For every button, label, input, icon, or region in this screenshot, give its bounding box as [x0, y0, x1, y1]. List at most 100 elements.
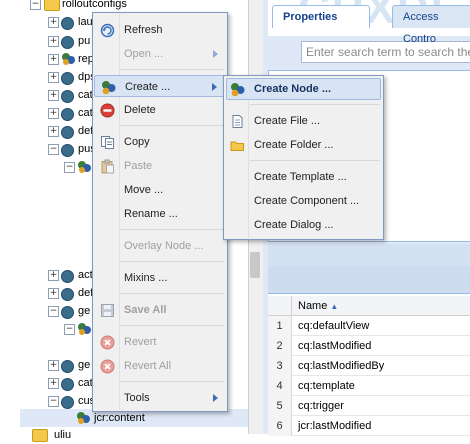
node-icon	[61, 126, 74, 139]
row-number: 6	[268, 416, 292, 436]
component-icon	[78, 161, 91, 173]
create-icon	[102, 81, 116, 95]
folder-icon	[32, 429, 48, 442]
component-icon	[78, 323, 91, 335]
search-input[interactable]	[302, 42, 470, 62]
tree-node-label: cat	[78, 377, 93, 389]
component-icon	[77, 412, 90, 424]
menu-item-create[interactable]: Create ...	[94, 75, 226, 97]
paste-icon	[101, 159, 114, 174]
menu-item-create-dialog[interactable]: Create Dialog ...	[224, 214, 382, 236]
expand-icon[interactable]: +	[48, 288, 59, 299]
menu-item-create-node[interactable]: Create Node ...	[224, 78, 382, 100]
node-icon	[61, 108, 74, 121]
expand-icon[interactable]: +	[48, 54, 59, 65]
revert-all-icon	[100, 359, 115, 374]
tab-access-control[interactable]: Access Contro	[392, 5, 470, 45]
menu-item-mixins[interactable]: Mixins ...	[94, 267, 226, 289]
table-row[interactable]: 2 cq:lastModified	[268, 336, 470, 356]
search-field[interactable]	[301, 41, 470, 63]
menu-item-delete[interactable]: Delete	[94, 99, 226, 121]
expand-icon[interactable]: +	[48, 126, 59, 137]
menu-item-refresh[interactable]: Refresh	[94, 19, 226, 41]
collapse-icon[interactable]: −	[64, 162, 75, 173]
tree-node-label: def	[78, 287, 94, 299]
property-name: cq:lastModifiedBy	[298, 360, 385, 372]
copy-icon	[101, 136, 114, 149]
node-icon	[61, 36, 74, 49]
menu-item-open[interactable]: Open ...	[94, 43, 226, 65]
save-icon	[101, 304, 114, 317]
node-icon	[61, 90, 74, 103]
menu-separator	[120, 261, 224, 262]
node-icon	[61, 378, 74, 391]
node-icon	[61, 144, 74, 157]
tree-node-label: cat	[78, 107, 93, 119]
menu-item-create-file[interactable]: Create File ...	[224, 110, 382, 132]
component-icon	[62, 53, 75, 65]
revert-icon	[100, 335, 115, 350]
menu-item-paste[interactable]: Paste	[94, 155, 226, 177]
table-row[interactable]: 5 cq:trigger	[268, 396, 470, 416]
tab-bar	[268, 266, 470, 294]
collapse-icon[interactable]: −	[30, 0, 41, 10]
tree-scrollbar-thumb[interactable]	[250, 252, 260, 278]
expand-icon[interactable]: +	[48, 90, 59, 101]
expand-icon[interactable]: +	[48, 270, 59, 281]
column-header-name[interactable]: Name ▲	[298, 300, 338, 312]
collapse-icon[interactable]: −	[48, 396, 59, 407]
node-icon	[61, 17, 74, 30]
menu-item-revert-all[interactable]: Revert All	[94, 355, 226, 377]
collapse-icon[interactable]: −	[48, 144, 59, 155]
property-name: jcr:lastModified	[298, 420, 372, 432]
table-row[interactable]: 3 cq:lastModifiedBy	[268, 356, 470, 376]
collapse-icon[interactable]: −	[48, 306, 59, 317]
menu-item-move[interactable]: Move ...	[94, 179, 226, 201]
row-number: 5	[268, 396, 292, 416]
collapse-icon[interactable]: −	[64, 324, 75, 335]
menu-item-create-component[interactable]: Create Component ...	[224, 190, 382, 212]
tree-node-label: ge	[78, 305, 91, 317]
tree-node-label: pu	[78, 35, 91, 47]
row-number: 4	[268, 376, 292, 396]
submenu-arrow-icon	[213, 394, 218, 402]
expand-icon[interactable]: +	[48, 378, 59, 389]
menu-item-rename[interactable]: Rename ...	[94, 203, 226, 225]
tree-node-label: def	[78, 125, 94, 137]
grid-header-rownum	[268, 296, 292, 316]
menu-item-copy[interactable]: Copy	[94, 131, 226, 153]
table-row[interactable]: 4 cq:template	[268, 376, 470, 396]
expand-icon[interactable]: +	[48, 72, 59, 83]
folder-icon	[230, 141, 244, 151]
menu-item-revert[interactable]: Revert	[94, 331, 226, 353]
node-icon	[61, 270, 74, 283]
tab-properties[interactable]: Properties	[272, 5, 370, 28]
expand-icon[interactable]: +	[48, 36, 59, 47]
node-icon	[61, 306, 74, 319]
sort-asc-icon: ▲	[330, 302, 339, 311]
menu-separator	[250, 160, 380, 161]
delete-icon	[100, 103, 115, 118]
expand-icon[interactable]: +	[48, 17, 59, 28]
menu-separator	[120, 381, 224, 382]
node-icon	[61, 396, 74, 409]
menu-separator	[120, 125, 224, 126]
tree-node-label: lau	[78, 16, 93, 28]
tree-node-label: cat	[78, 89, 93, 101]
menu-item-tools[interactable]: Tools	[94, 387, 226, 409]
file-icon	[232, 115, 243, 128]
expand-icon[interactable]: +	[48, 108, 59, 119]
node-icon	[61, 72, 74, 85]
property-name: cq:lastModified	[298, 340, 372, 352]
expand-icon[interactable]: +	[48, 360, 59, 371]
menu-item-create-folder[interactable]: Create Folder ...	[224, 134, 382, 156]
menu-item-save-all[interactable]: Save All	[94, 299, 226, 321]
panel-splitter[interactable]	[268, 244, 470, 266]
table-row[interactable]: 1 cq:defaultView	[268, 316, 470, 336]
table-row[interactable]: 6 jcr:lastModified	[268, 416, 470, 436]
row-number: 1	[268, 316, 292, 336]
menu-item-create-template[interactable]: Create Template ...	[224, 166, 382, 188]
property-name: cq:template	[298, 380, 355, 392]
menu-item-overlay-node[interactable]: Overlay Node ...	[94, 235, 226, 257]
menu-separator	[120, 229, 224, 230]
